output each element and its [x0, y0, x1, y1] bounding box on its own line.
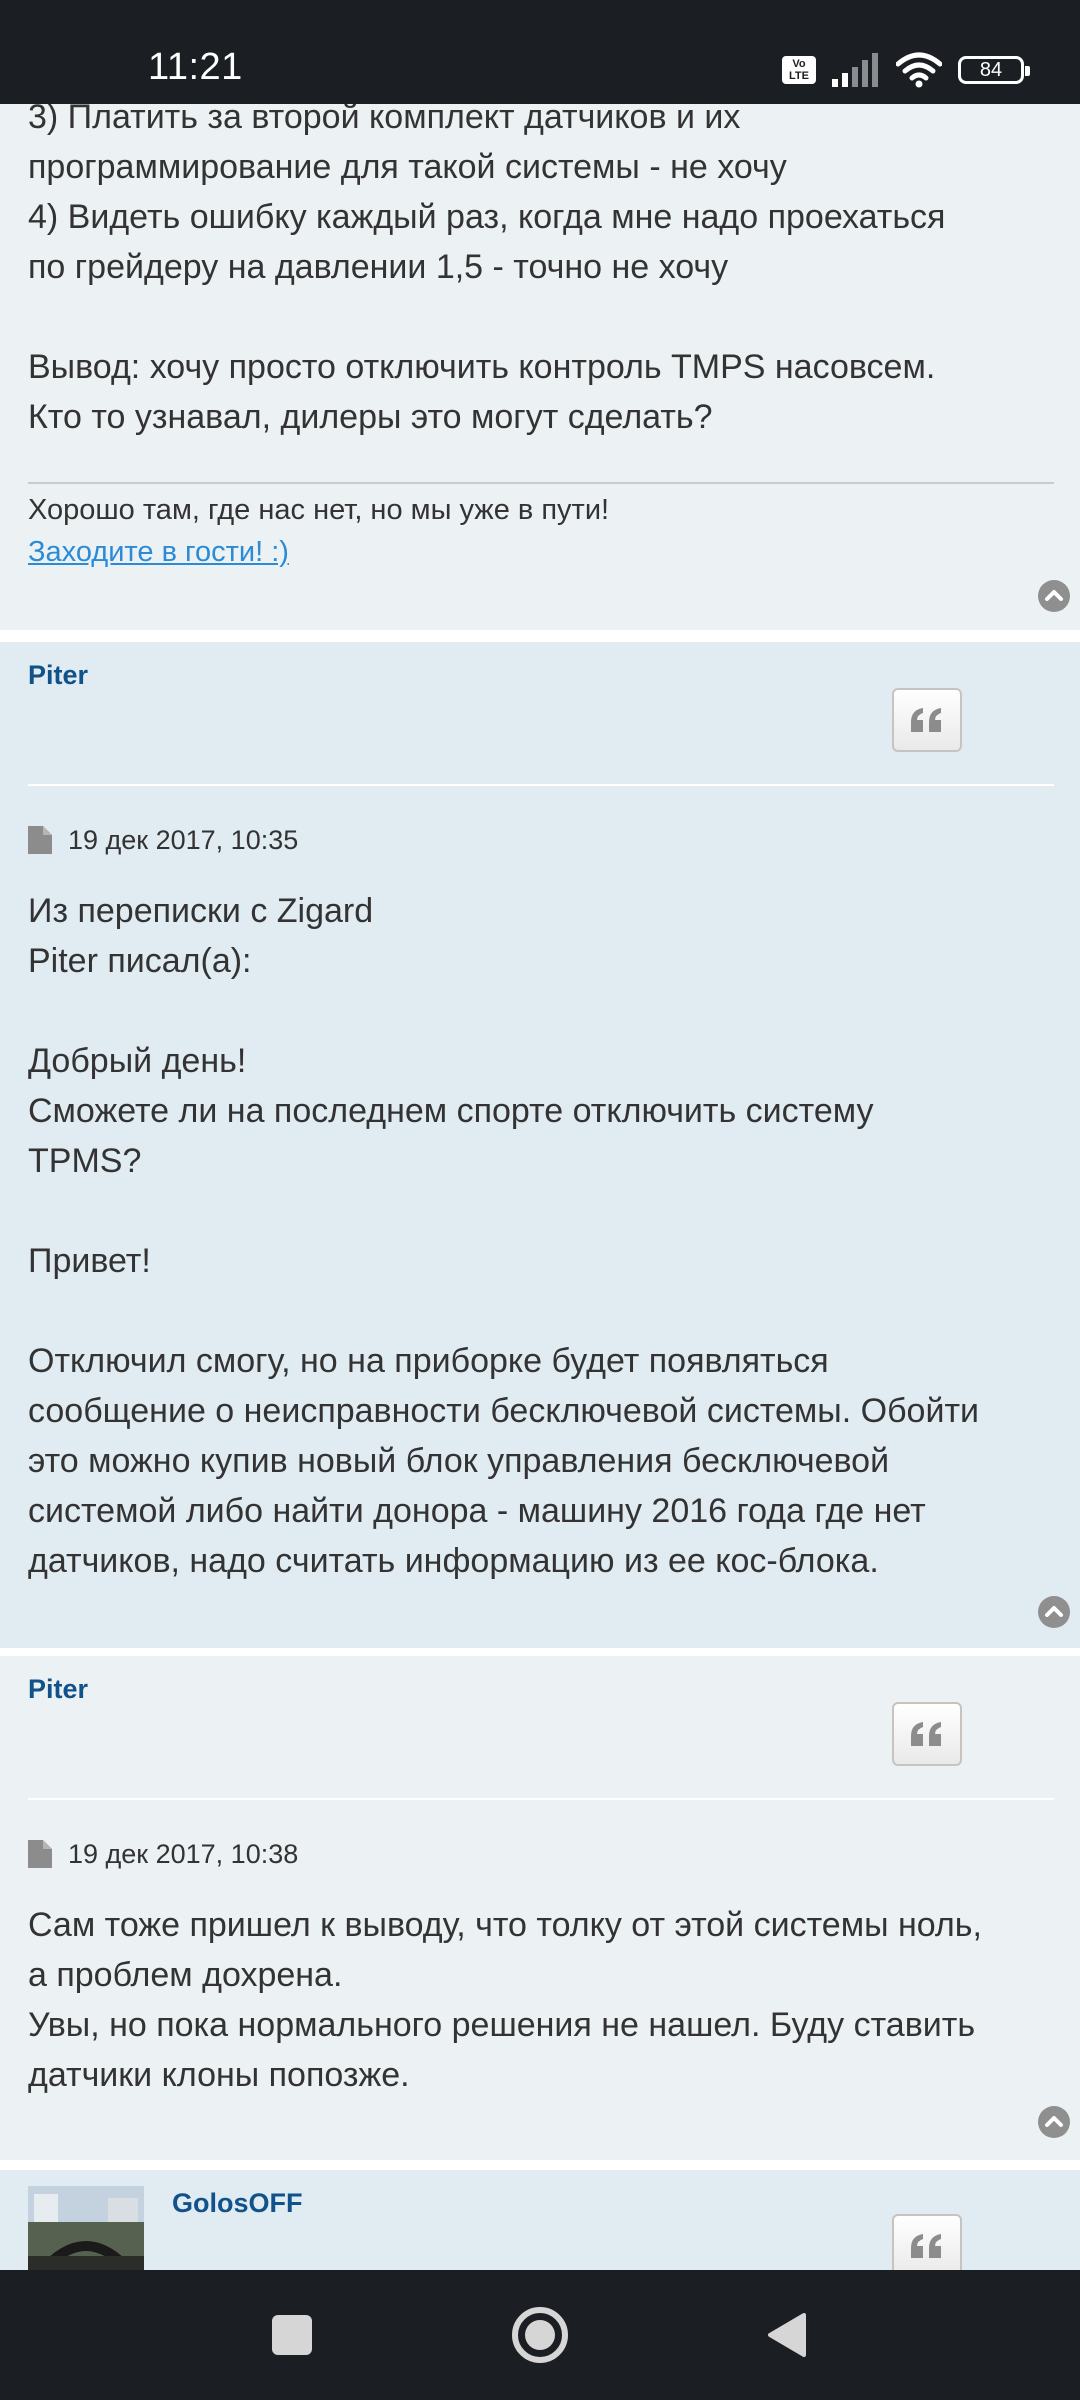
back-to-top-button[interactable] [1038, 1596, 1070, 1628]
quote-icon [911, 2234, 941, 2258]
battery-level: 84 [979, 59, 1003, 81]
quote-button[interactable] [892, 1702, 962, 1766]
square-icon [272, 2315, 312, 2355]
volte-icon: Vo LTE [782, 56, 816, 84]
signature-link[interactable]: Заходите в гости! :) [28, 536, 289, 569]
quote-button[interactable] [892, 688, 962, 752]
signal-icon [832, 53, 878, 87]
post-2: Piter 19 дек 2017, 10:35 Из переписки с … [0, 642, 1080, 1648]
post-header-divider [28, 1798, 1054, 1800]
quote-icon [911, 1722, 941, 1746]
post-author[interactable]: Piter [28, 1674, 88, 1705]
post-body: Из переписки с Zigard Piter писал(а): До… [28, 892, 980, 1580]
post-author[interactable]: Piter [28, 660, 88, 691]
post-3: Piter 19 дек 2017, 10:38 Сам тоже пришел… [0, 1656, 1080, 2160]
post-header-divider [28, 784, 1054, 786]
navigation-bar [0, 2270, 1080, 2400]
quote-button[interactable] [892, 2214, 962, 2270]
post-date: 19 дек 2017, 10:35 [68, 824, 299, 855]
back-triangle-icon [768, 2313, 806, 2357]
status-bar: 11:21 Vo LTE 84 [0, 0, 1080, 104]
chevron-up-circle-icon [1045, 590, 1063, 601]
back-to-top-button[interactable] [1038, 580, 1070, 612]
battery-icon: 84 [958, 56, 1030, 84]
home-circle-icon [512, 2307, 568, 2363]
file-icon[interactable] [28, 826, 52, 854]
file-icon[interactable] [28, 1840, 52, 1868]
post-body: Сам тоже пришел к выводу, что толку от э… [28, 1906, 982, 2094]
back-to-top-button[interactable] [1038, 2106, 1070, 2138]
home-button[interactable] [480, 2270, 600, 2400]
quote-icon [911, 708, 941, 732]
wifi-icon [896, 52, 942, 88]
post-body: 3) Платить за второй комплект датчиков и… [28, 104, 946, 436]
chevron-up-circle-icon [1045, 1606, 1063, 1617]
signature-divider [28, 482, 1054, 484]
back-button[interactable] [726, 2270, 846, 2400]
status-time: 11:21 [148, 46, 243, 88]
post-1: 3) Платить за второй комплект датчиков и… [0, 104, 1080, 630]
avatar[interactable] [28, 2186, 144, 2270]
status-icons: Vo LTE 84 [782, 50, 1030, 90]
forum-thread: 3) Платить за второй комплект датчиков и… [0, 104, 1080, 2270]
post-meta: 19 дек 2017, 10:35 [28, 824, 298, 856]
signature-text: Хорошо там, где нас нет, но мы уже в пут… [28, 494, 610, 526]
post-author[interactable]: GolosOFF [172, 2188, 303, 2219]
post-date: 19 дек 2017, 10:38 [68, 1838, 299, 1869]
recents-button[interactable] [232, 2270, 352, 2400]
post-meta: 19 дек 2017, 10:38 [28, 1838, 298, 1870]
post-4: GolosOFF [0, 2170, 1080, 2270]
chevron-up-circle-icon [1045, 2116, 1063, 2127]
avatar-image [28, 2186, 144, 2270]
